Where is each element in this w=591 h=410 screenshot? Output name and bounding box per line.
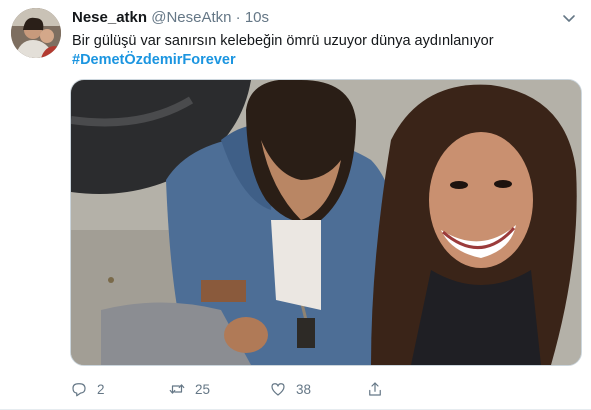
heart-icon <box>271 383 285 396</box>
chevron-down-icon[interactable] <box>561 10 577 26</box>
photo-image <box>71 80 581 365</box>
avatar-image <box>11 8 61 58</box>
avatar[interactable] <box>11 8 61 58</box>
reply-count: 2 <box>97 381 105 397</box>
separator-dot: · <box>235 9 241 26</box>
like-button[interactable]: 38 <box>269 378 311 400</box>
share-button[interactable] <box>366 378 384 400</box>
tweet-header: Nese_atkn @NeseAtkn · 10s <box>72 9 551 29</box>
user-handle[interactable]: @NeseAtkn <box>151 9 231 26</box>
like-count: 38 <box>296 381 312 397</box>
display-name[interactable]: Nese_atkn <box>72 9 147 26</box>
reply-button[interactable]: 2 <box>70 378 105 400</box>
tweet-card[interactable]: Nese_atkn @NeseAtkn · 10s Bir gülüşü var… <box>0 0 591 410</box>
hashtag-link[interactable]: #DemetÖzdemirForever <box>72 50 236 70</box>
tweet-photo[interactable] <box>70 79 582 366</box>
reply-icon <box>72 383 86 397</box>
tweet-actions: 2 25 38 <box>70 378 510 400</box>
retweet-icon <box>169 384 185 394</box>
share-icon <box>369 382 381 396</box>
retweet-count: 25 <box>195 381 211 397</box>
tweet-text: Bir gülüşü var sanırsın kelebeğin ömrü u… <box>72 33 494 49</box>
retweet-button[interactable]: 25 <box>168 378 210 400</box>
timestamp[interactable]: 10s <box>245 9 269 26</box>
